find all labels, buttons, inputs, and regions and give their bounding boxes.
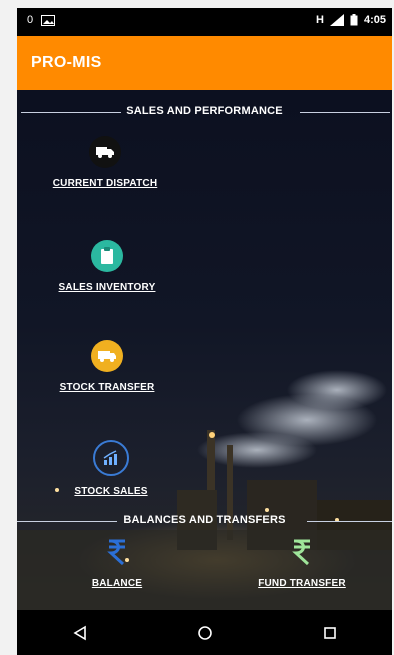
section-label-balances: BALANCES AND TRANSFERS (123, 514, 286, 526)
status-bar: 0 H 4:05 (17, 8, 392, 36)
stock-transfer-button[interactable]: STOCK TRANSFER (27, 340, 187, 393)
back-button[interactable] (60, 613, 100, 653)
network-type: H (316, 14, 324, 26)
status-right: H 4:05 (316, 14, 386, 26)
rupee-icon (101, 536, 133, 568)
truck-icon (89, 136, 121, 168)
status-left: 0 (27, 14, 56, 26)
current-dispatch-label: CURRENT DISPATCH (52, 178, 158, 189)
navigation-bar (17, 610, 392, 655)
battery-icon (350, 14, 358, 26)
sales-inventory-button[interactable]: SALES INVENTORY (27, 240, 187, 293)
section-label-sales: SALES AND PERFORMANCE (126, 105, 283, 117)
sales-inventory-label: SALES INVENTORY (58, 282, 156, 293)
main-content: SALES AND PERFORMANCE CURRENT DISPATCH S… (17, 90, 392, 610)
fund-transfer-button[interactable]: FUND TRANSFER (222, 536, 382, 589)
stock-sales-button[interactable]: STOCK SALES (31, 440, 191, 497)
image-icon (41, 14, 56, 26)
signal-icon (329, 14, 344, 26)
recents-button[interactable] (310, 613, 350, 653)
home-button[interactable] (185, 613, 225, 653)
app-bar: PRO-MIS (17, 36, 392, 90)
recents-icon (323, 626, 336, 639)
section-title-sales: SALES AND PERFORMANCE (17, 104, 392, 122)
clock-time: 4:05 (363, 14, 386, 26)
notification-badge: 0 (27, 14, 34, 26)
back-icon (72, 625, 86, 640)
chart-up-icon (93, 440, 129, 476)
home-icon (197, 625, 212, 640)
balance-label: BALANCE (91, 578, 143, 589)
stock-transfer-label: STOCK TRANSFER (59, 382, 155, 393)
clipboard-icon (91, 240, 123, 272)
app-title: PRO-MIS (31, 54, 102, 71)
fund-transfer-label: FUND TRANSFER (258, 578, 346, 589)
phone-screen: 0 H 4:05 PRO-MIS SALES AND PERFORMANCE C… (17, 8, 392, 655)
balance-button[interactable]: BALANCE (37, 536, 197, 589)
current-dispatch-button[interactable]: CURRENT DISPATCH (25, 136, 185, 189)
rupee-icon-fund (286, 536, 318, 568)
section-title-balances: BALANCES AND TRANSFERS (17, 513, 392, 531)
transfer-truck-icon (91, 340, 123, 372)
stock-sales-label: STOCK SALES (74, 486, 148, 497)
